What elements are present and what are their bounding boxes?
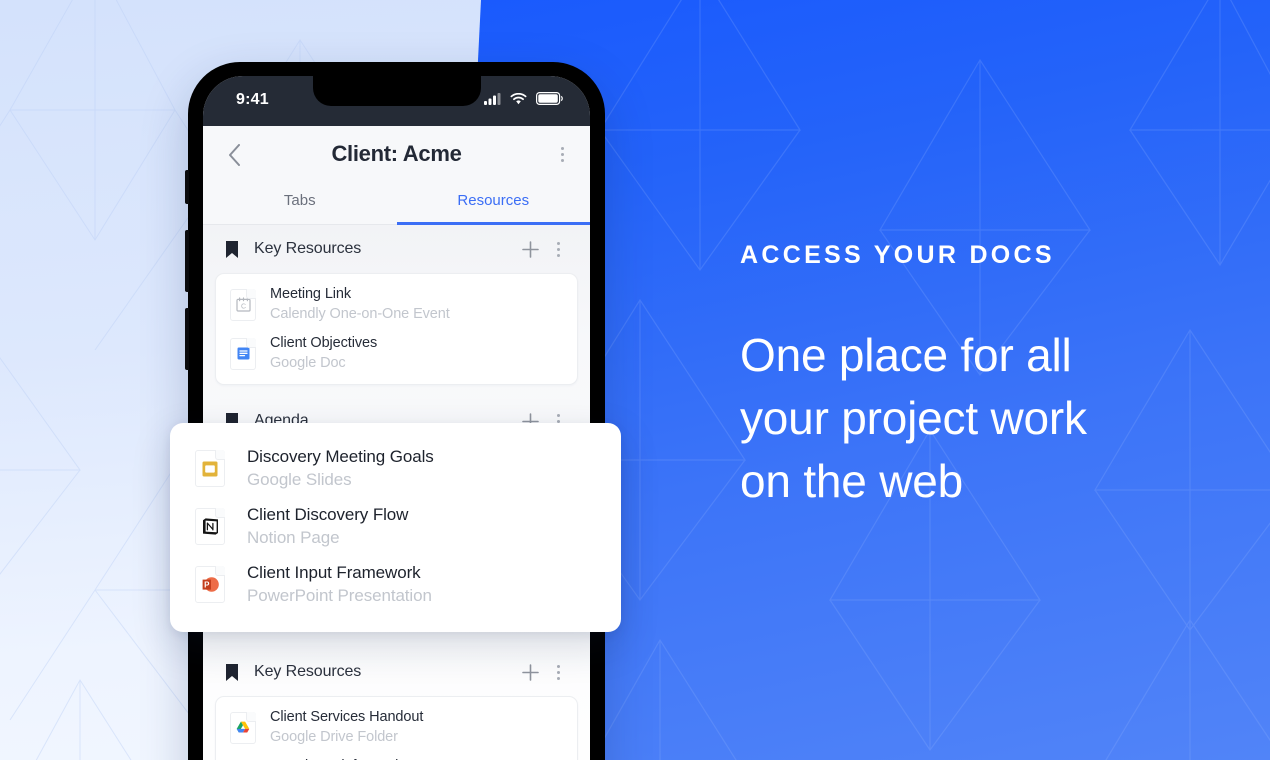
section-header-key-resources-2: Key Resources bbox=[215, 648, 578, 696]
add-resource-button[interactable] bbox=[517, 659, 543, 685]
status-bar: 9:41 bbox=[203, 76, 590, 126]
powerpoint-glyph: P bbox=[202, 577, 219, 592]
google-slides-glyph bbox=[202, 461, 218, 477]
headline-line-2: your project work bbox=[740, 392, 1087, 444]
notion-glyph bbox=[202, 518, 218, 535]
list-item[interactable]: Client Objectives Google Doc bbox=[216, 329, 577, 378]
phone-volume-up-button[interactable] bbox=[185, 230, 189, 292]
section-more-button[interactable] bbox=[547, 659, 569, 685]
tab-tabs[interactable]: Tabs bbox=[203, 182, 397, 225]
list-item-subtitle: Google Slides bbox=[247, 469, 352, 489]
floating-resource-popup: Discovery Meeting Goals Google Slides Cl… bbox=[170, 423, 621, 632]
calendly-file-icon: C bbox=[230, 288, 256, 321]
list-item-title: Meeting Link bbox=[270, 286, 352, 302]
calendar-glyph: C bbox=[235, 297, 251, 312]
list-item-title: Client Discovery Flow bbox=[247, 504, 409, 524]
google-drive-glyph bbox=[236, 721, 250, 733]
signal-bars-icon bbox=[484, 92, 501, 105]
list-item-texts: Client Services Handout Google Drive Fol… bbox=[270, 708, 423, 747]
more-dot bbox=[556, 676, 560, 680]
phone-screen: 9:41 Client: Acme Tabs Resources Key Res… bbox=[203, 76, 590, 760]
more-dot bbox=[560, 158, 564, 162]
section-title: Key Resources bbox=[254, 240, 362, 257]
bookmark-icon bbox=[226, 663, 238, 681]
status-time: 9:41 bbox=[236, 91, 269, 108]
list-item-texts: Meeting Link Calendly One-on-One Event bbox=[270, 285, 450, 324]
list-item-title: Client Services Handout bbox=[270, 709, 424, 726]
google-docs-glyph bbox=[237, 347, 249, 360]
list-item-subtitle: Google Doc bbox=[270, 354, 346, 371]
more-dot bbox=[560, 152, 564, 156]
list-item[interactable]: C Meeting Link Calendly One-on-One Event bbox=[216, 280, 577, 329]
list-item[interactable]: Creative Brief Template Google Doc bbox=[216, 752, 577, 760]
powerpoint-file-icon: P bbox=[195, 566, 225, 604]
google-drive-file-icon bbox=[230, 711, 256, 744]
headline-line-1: One place for all bbox=[740, 329, 1072, 381]
headline-line-3: on the web bbox=[740, 455, 964, 507]
add-resource-button[interactable] bbox=[517, 236, 543, 262]
list-item[interactable]: P Client Input Framework PowerPoint Pres… bbox=[170, 556, 621, 614]
resource-card-1: C Meeting Link Calendly One-on-One Event bbox=[215, 273, 578, 386]
list-item[interactable]: Client Services Handout Google Drive Fol… bbox=[216, 703, 577, 752]
promo-screenshot: ACCESS YOUR DOCS One place for all your … bbox=[0, 0, 1270, 760]
list-item-texts: Client Discovery Flow Notion Page bbox=[247, 504, 408, 550]
marketing-eyebrow: ACCESS YOUR DOCS bbox=[740, 241, 1055, 269]
tab-resources[interactable]: Resources bbox=[396, 182, 590, 225]
tab-bar: Tabs Resources bbox=[203, 182, 590, 225]
status-icons bbox=[484, 92, 563, 105]
phone-silence-switch[interactable] bbox=[185, 170, 189, 204]
list-item-title: Client Objectives bbox=[270, 335, 378, 352]
back-button[interactable] bbox=[217, 138, 251, 172]
list-item[interactable]: Client Discovery Flow Notion Page bbox=[170, 498, 621, 556]
phone-volume-down-button[interactable] bbox=[185, 308, 189, 370]
navigation-bar: Client: Acme bbox=[203, 126, 590, 182]
wifi-icon bbox=[510, 92, 527, 104]
list-item-texts: Client Input Framework PowerPoint Presen… bbox=[247, 562, 432, 608]
more-dot bbox=[556, 413, 560, 417]
battery-icon bbox=[536, 92, 563, 105]
resource-card-2: Client Services Handout Google Drive Fol… bbox=[215, 696, 578, 760]
list-item-title: Client Input Framework bbox=[247, 562, 421, 582]
list-item-subtitle: PowerPoint Presentation bbox=[247, 585, 432, 605]
plus-icon bbox=[521, 240, 539, 258]
list-item-subtitle: Notion Page bbox=[247, 527, 340, 547]
section-more-button[interactable] bbox=[547, 236, 569, 262]
notion-file-icon bbox=[195, 508, 225, 546]
svg-text:P: P bbox=[204, 581, 210, 590]
marketing-headline: One place for all your project work on t… bbox=[740, 324, 1200, 513]
phone-mockup: 9:41 Client: Acme Tabs Resources Key Res… bbox=[185, 62, 605, 760]
svg-text:C: C bbox=[240, 303, 245, 310]
list-item-title: Discovery Meeting Goals bbox=[247, 447, 434, 466]
section-header-key-resources-1: Key Resources bbox=[215, 225, 578, 273]
more-dot bbox=[556, 241, 560, 245]
section-title: Key Resources bbox=[254, 663, 362, 681]
more-dot bbox=[556, 670, 560, 674]
plus-icon bbox=[521, 663, 539, 681]
more-dot bbox=[556, 664, 560, 668]
google-docs-file-icon bbox=[230, 337, 256, 370]
list-item-subtitle: Calendly One-on-One Event bbox=[270, 305, 450, 322]
more-dot bbox=[556, 253, 560, 257]
list-item-texts: Discovery Meeting Goals Google Slides bbox=[247, 446, 434, 492]
more-dot bbox=[560, 146, 564, 150]
page-title: Client: Acme bbox=[331, 141, 462, 166]
phone-notch bbox=[312, 76, 481, 106]
list-item-texts: Client Objectives Google Doc bbox=[270, 334, 377, 373]
list-item-subtitle: Google Drive Folder bbox=[270, 728, 398, 745]
google-slides-file-icon bbox=[195, 450, 225, 488]
marketing-copy: ACCESS YOUR DOCS One place for all your … bbox=[740, 240, 1200, 513]
bookmark-icon bbox=[226, 240, 238, 258]
list-item[interactable]: Discovery Meeting Goals Google Slides bbox=[170, 440, 621, 498]
nav-more-button[interactable] bbox=[550, 142, 574, 166]
chevron-left-icon bbox=[228, 144, 240, 166]
more-dot bbox=[556, 247, 560, 251]
